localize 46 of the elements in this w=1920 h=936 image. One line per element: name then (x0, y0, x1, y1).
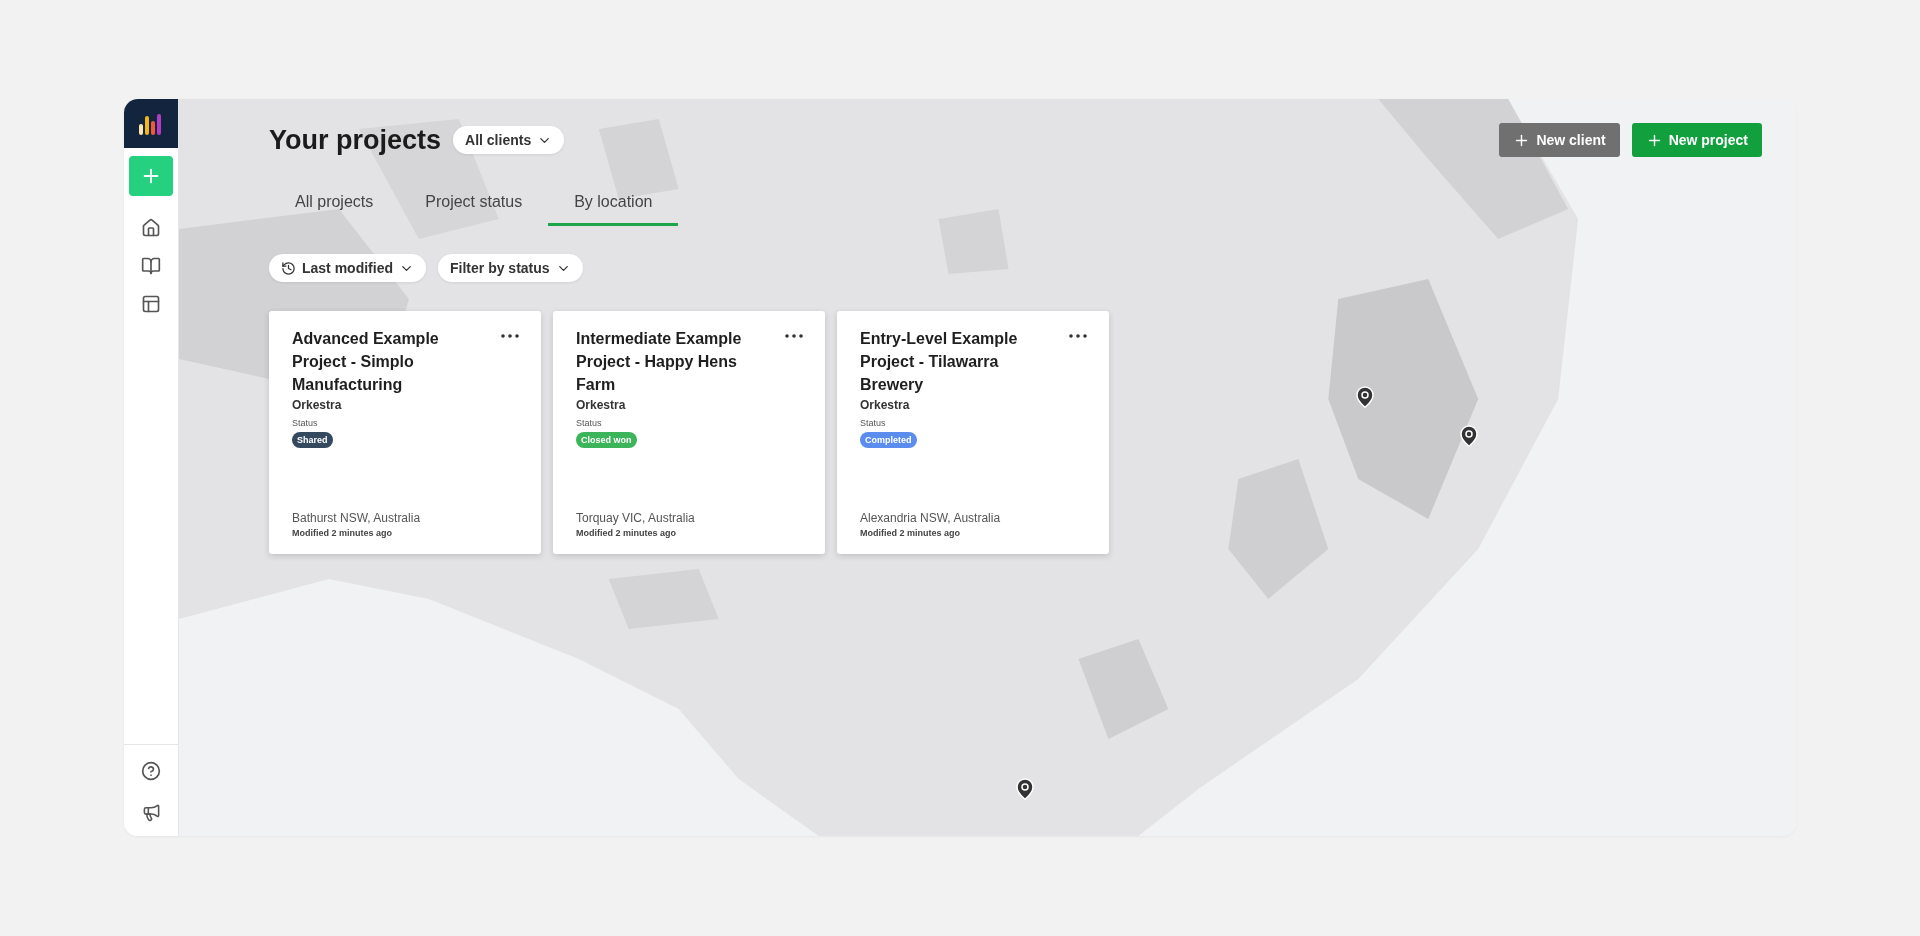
tab[interactable]: Project status (399, 193, 549, 226)
ellipsis-icon (501, 334, 519, 338)
client-name: Orkestra (576, 398, 627, 412)
project-card[interactable]: Entry-Level Example Project - Tilawarra Brewery Orkestra Status Completed Alexandria NSW, Australia Modified 2 minutes ago (837, 311, 1109, 554)
status-filter-dropdown[interactable]: Filter by status (438, 254, 583, 282)
modified-time: Modified 2 minutes ago (292, 528, 393, 538)
map-pin-icon[interactable] (1353, 385, 1377, 409)
more-options-button[interactable] (501, 334, 519, 338)
logo[interactable] (124, 99, 178, 148)
tab[interactable]: All projects (269, 193, 400, 226)
modified-time: Modified 2 minutes ago (576, 528, 677, 538)
status-tag: Closed won (576, 432, 637, 448)
status-label: Status (576, 418, 603, 428)
more-options-button[interactable] (1069, 334, 1087, 338)
status-label: Status (860, 418, 887, 428)
sort-dropdown[interactable]: Last modified (269, 254, 426, 282)
map-pin-icon[interactable] (1013, 777, 1037, 801)
map-pin-icon[interactable] (1457, 424, 1481, 448)
project-location: Bathurst NSW, Australia (292, 511, 422, 525)
project-card[interactable]: Advanced Example Project - Simplo Manufacturing Orkestra Status Shared Bathurst NSW, Australia Modified 2 minutes ago (269, 311, 541, 554)
ellipsis-icon (785, 334, 803, 338)
layout-icon[interactable] (141, 294, 161, 314)
more-options-button[interactable] (785, 334, 803, 338)
history-icon (281, 260, 296, 276)
ellipsis-icon (1069, 334, 1087, 338)
bar-chart-logo-icon (138, 111, 164, 136)
modified-time: Modified 2 minutes ago (860, 528, 961, 538)
status-label: Status (292, 418, 319, 428)
help-icon[interactable] (141, 761, 161, 781)
new-client-button[interactable]: New client (1499, 123, 1620, 157)
tab[interactable]: By location (548, 193, 679, 226)
megaphone-icon[interactable] (141, 803, 161, 822)
status-tag: Completed (860, 432, 917, 448)
project-title: Intermediate Example Project - Happy Hens Farm (576, 329, 743, 395)
book-icon[interactable] (141, 256, 161, 276)
project-title: Entry-Level Example Project - Tilawarra Brewery (860, 329, 1019, 395)
project-location: Torquay VIC, Australia (576, 511, 696, 525)
client-dropdown[interactable]: All clients (453, 126, 565, 154)
home-icon[interactable] (141, 218, 161, 238)
project-card[interactable]: Intermediate Example Project - Happy Hens Farm Orkestra Status Closed won Torquay VIC, Australia Modified 2 minutes ago (553, 311, 825, 554)
client-name: Orkestra (292, 398, 343, 412)
project-location: Alexandria NSW, Australia (860, 511, 1002, 525)
status-tag: Shared (292, 432, 333, 448)
page-title: Your projects (269, 124, 442, 156)
project-title: Advanced Example Project - Simplo Manufacturing (292, 329, 440, 395)
client-name: Orkestra (860, 398, 911, 412)
